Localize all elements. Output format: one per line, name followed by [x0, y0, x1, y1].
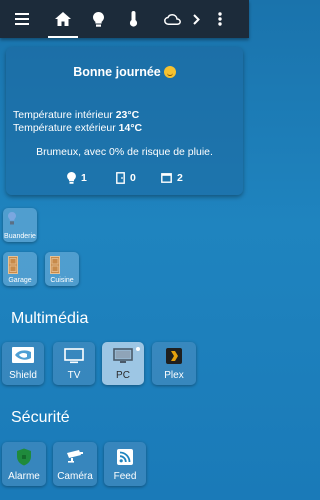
tab-temperature[interactable]	[122, 0, 144, 38]
security-tile-camera[interactable]: Caméra	[53, 442, 97, 486]
more-vertical-icon	[218, 12, 222, 26]
windows-open-value: 2	[177, 172, 183, 184]
lightbulb-icon	[92, 11, 104, 27]
media-label: TV	[67, 370, 81, 381]
windows-open-count[interactable]: 2	[161, 171, 183, 185]
room-label: Garage	[8, 277, 32, 284]
cloud-icon	[163, 13, 181, 25]
door-icon	[8, 256, 18, 274]
active-indicator	[136, 347, 140, 351]
overflow-menu-button[interactable]	[213, 0, 227, 38]
camera-icon	[67, 450, 83, 463]
media-tile-pc[interactable]: PC	[102, 342, 144, 385]
outdoor-value: 14°C	[118, 122, 143, 134]
security-label: Feed	[113, 471, 137, 482]
room-label: Buanderie	[4, 233, 36, 240]
thermometer-icon	[129, 11, 137, 27]
lightbulb-icon	[8, 212, 16, 225]
media-label: Shield	[9, 370, 37, 381]
summary-card: Bonne journée Température intérieur 23°C…	[6, 47, 243, 195]
menu-button[interactable]	[10, 0, 34, 38]
doors-open-value: 0	[130, 172, 136, 184]
weather-forecast: Brumeux, avec 0% de risque de pluie.	[36, 146, 213, 158]
top-app-bar	[0, 0, 249, 38]
room-tile-cuisine[interactable]: Cuisine	[45, 252, 79, 286]
home-icon	[55, 12, 71, 26]
tab-more[interactable]	[189, 0, 203, 38]
media-tile-shield[interactable]: Shield	[2, 342, 44, 385]
security-tile-feed[interactable]: Feed	[104, 442, 146, 486]
tab-lights[interactable]	[85, 0, 111, 38]
outdoor-label: Température extérieur	[13, 122, 116, 134]
security-tile-alarme[interactable]: Alarme	[2, 442, 46, 486]
indoor-temperature: Température intérieur 23°C	[13, 109, 139, 121]
rss-icon	[117, 449, 133, 465]
media-tile-plex[interactable]: Plex	[152, 342, 196, 385]
doors-open-count[interactable]: 0	[116, 171, 136, 185]
media-label: Plex	[164, 370, 184, 381]
nvidia-icon	[12, 347, 34, 363]
shield-icon	[17, 448, 31, 466]
indoor-value: 23°C	[115, 109, 140, 121]
menu-icon	[15, 13, 29, 25]
media-tile-tv[interactable]: TV	[53, 342, 95, 385]
lights-on-count[interactable]: 1	[67, 171, 87, 185]
window-icon	[161, 173, 172, 183]
greeting-text: Bonne journée	[73, 65, 161, 79]
security-label: Alarme	[8, 471, 40, 482]
security-label: Caméra	[57, 471, 93, 482]
outdoor-temperature: Température extérieur 14°C	[13, 122, 142, 134]
lightbulb-icon	[67, 172, 76, 184]
smiley-icon	[163, 66, 176, 78]
tab-weather[interactable]	[158, 0, 186, 38]
room-tile-garage[interactable]: Garage	[3, 252, 37, 286]
door-icon	[116, 172, 125, 184]
plex-icon	[166, 348, 182, 364]
tv-icon	[64, 348, 84, 364]
chevron-right-icon	[192, 13, 200, 25]
tab-home[interactable]	[46, 0, 80, 38]
monitor-icon	[113, 348, 133, 363]
section-title-multimedia: Multimédia	[11, 310, 89, 327]
section-title-securite: Sécurité	[11, 409, 70, 426]
indoor-label: Température intérieur	[13, 109, 113, 121]
room-label: Cuisine	[50, 277, 74, 284]
lights-on-value: 1	[81, 172, 87, 184]
media-label: PC	[116, 370, 130, 381]
greeting: Bonne journée	[6, 65, 243, 79]
room-tile-buanderie[interactable]: Buanderie	[3, 208, 37, 242]
door-icon	[50, 256, 60, 274]
